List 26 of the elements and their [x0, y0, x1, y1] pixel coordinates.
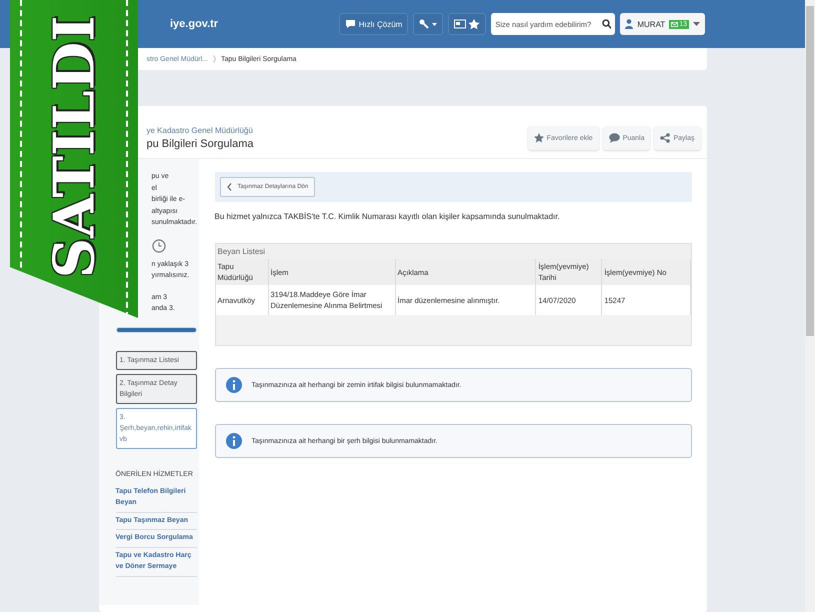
- site-logo[interactable]: iye.gov.tr: [170, 18, 218, 30]
- table-title: Beyan Listesi: [216, 246, 266, 258]
- key-menu-button[interactable]: [413, 13, 444, 35]
- search-icon: [602, 19, 612, 29]
- key-icon: [419, 19, 438, 29]
- card-and-star-button[interactable]: [448, 13, 486, 35]
- speech-bubble-icon: [608, 133, 620, 143]
- notice-text: Bu hizmet yalnızca TAKBİS'te T.C. Kimlik Numarası kayıtlı olan kişiler kapsamında sunulmaktadır.: [214, 212, 561, 221]
- info-icon: [226, 377, 242, 393]
- share-icon: [660, 133, 670, 143]
- scrollbar[interactable]: [805, 0, 815, 612]
- caret-icon: [693, 22, 700, 26]
- breadcrumb-separator-icon: [212, 55, 216, 63]
- user-icon: [625, 19, 634, 29]
- sold-ribbon-text: SATILDI: [41, 16, 107, 278]
- card-star-icon: [454, 19, 480, 29]
- envelope-icon: [671, 22, 678, 26]
- chat-icon: [344, 19, 356, 29]
- quick-help-button[interactable]: Hızlı Çözüm: [338, 13, 408, 35]
- institution-name[interactable]: ye Kadastro Genel Müdürlüğü: [146, 126, 254, 135]
- chevron-left-icon: [226, 183, 232, 191]
- user-name: MURAT: [637, 20, 666, 28]
- clock-icon: [152, 238, 166, 252]
- star-icon: [534, 133, 544, 143]
- info-icon: [226, 433, 242, 449]
- page-title: pu Bilgileri Sorgulama: [146, 138, 254, 150]
